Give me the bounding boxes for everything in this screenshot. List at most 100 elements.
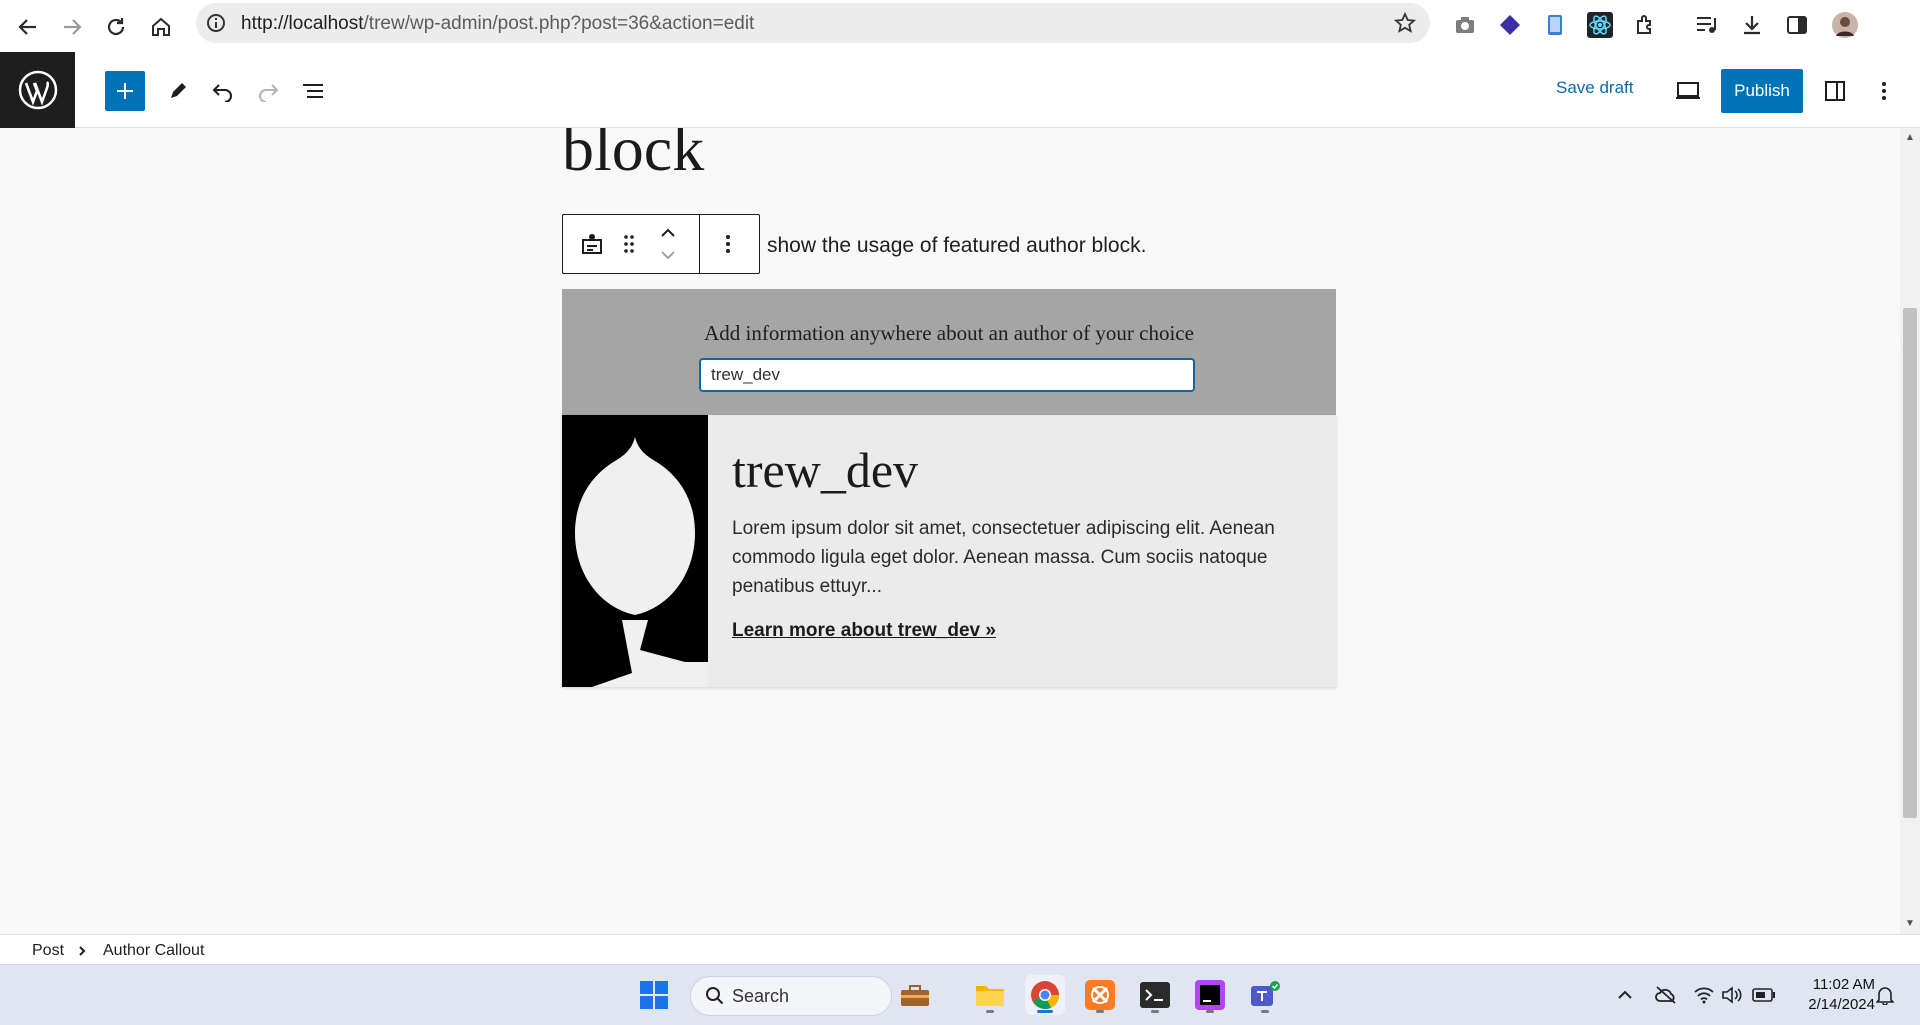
url-text: http://localhost/trew/wp-admin/post.php?… [241, 13, 754, 35]
drag-handle[interactable] [618, 229, 640, 259]
home-icon [152, 17, 170, 36]
battery-tray-icon[interactable] [1752, 983, 1776, 1007]
search-icon [706, 987, 724, 1005]
block-breadcrumb: Post Author Callout [0, 934, 1920, 965]
post-title[interactable]: block [562, 128, 704, 186]
battery-icon [1752, 988, 1775, 1002]
phpstorm-icon [1195, 980, 1225, 1010]
windows-taskbar: Search 11:02 AM 2/14/2024 [0, 964, 1920, 1025]
scroll-down-arrow[interactable]: ▼ [1904, 918, 1916, 930]
show-hidden-icons-button[interactable] [1613, 983, 1637, 1007]
diamond-extension-icon[interactable] [1495, 10, 1525, 40]
start-button[interactable] [634, 975, 674, 1015]
chevron-up-icon [1618, 990, 1632, 999]
address-bar[interactable]: http://localhost/trew/wp-admin/post.php?… [196, 3, 1430, 43]
cloud-offline-icon [1655, 986, 1676, 1004]
author-callout-block[interactable]: Add information anywhere about an author… [562, 289, 1336, 415]
default-avatar-icon [562, 415, 708, 687]
options-menu-button[interactable] [1864, 71, 1904, 111]
wordpress-logo-icon [18, 70, 57, 110]
bookmark-star-icon[interactable] [1394, 12, 1416, 34]
bell-icon [1876, 987, 1894, 1005]
download-icon[interactable] [1737, 10, 1767, 40]
arrow-right-icon [64, 19, 82, 35]
profile-avatar[interactable] [1830, 10, 1860, 40]
side-panel-icon[interactable] [1782, 10, 1812, 40]
scrollbar-thumb[interactable] [1903, 308, 1917, 818]
move-up-button[interactable] [653, 223, 683, 243]
reload-button[interactable] [96, 7, 136, 47]
extensions-puzzle-icon[interactable] [1631, 10, 1661, 40]
author-avatar [562, 415, 708, 687]
pencil-icon [171, 83, 186, 98]
settings-sidebar-button[interactable] [1815, 71, 1855, 111]
save-draft-button[interactable]: Save draft [1556, 78, 1634, 98]
xampp-icon [1085, 980, 1115, 1010]
notifications-button[interactable] [1873, 983, 1897, 1007]
paragraph-block[interactable]: show the usage of featured author block. [767, 234, 1146, 258]
reload-icon [107, 18, 125, 36]
breadcrumb-post[interactable]: Post [32, 942, 64, 960]
taskbar-clock[interactable]: 11:02 AM 2/14/2024 [1795, 975, 1875, 1015]
author-bio: Lorem ipsum dolor sit amet, consectetuer… [732, 518, 1275, 597]
tools-button[interactable] [158, 71, 198, 111]
chevron-up-icon [661, 228, 675, 237]
taskbar-xampp[interactable] [1080, 975, 1120, 1015]
taskbar-teams[interactable] [1245, 975, 1285, 1015]
url-path: /trew/wp-admin/post.php?post=36&action=e… [363, 13, 755, 34]
taskbar-terminal[interactable] [1135, 975, 1175, 1015]
teams-icon [1251, 981, 1280, 1006]
move-down-button[interactable] [653, 245, 683, 265]
block-options-button[interactable] [713, 229, 743, 259]
wordpress-logo-button[interactable] [0, 52, 75, 128]
home-button[interactable] [141, 7, 181, 47]
forward-button[interactable] [52, 7, 92, 47]
breadcrumb-author-callout[interactable]: Author Callout [103, 942, 204, 960]
site-info-icon[interactable] [206, 13, 226, 33]
canvas-scrollbar[interactable]: ▲ ▼ [1900, 128, 1920, 934]
author-block-icon [582, 234, 602, 254]
plus-icon [117, 83, 133, 99]
taskbar-phpstorm[interactable] [1190, 975, 1230, 1015]
preview-button[interactable] [1668, 71, 1708, 111]
url-host: http://localhost [241, 13, 364, 34]
author-name: trew_dev [732, 442, 919, 498]
phone-extension-icon[interactable] [1540, 10, 1570, 40]
document-overview-button[interactable] [293, 71, 333, 111]
briefcase-icon [901, 985, 929, 1006]
onedrive-tray-icon[interactable] [1654, 983, 1678, 1007]
browser-toolbar: http://localhost/trew/wp-admin/post.php?… [0, 0, 1920, 53]
volume-tray-icon[interactable] [1720, 983, 1744, 1007]
back-button[interactable] [8, 7, 48, 47]
windows-logo-icon [640, 981, 668, 1009]
react-devtools-icon[interactable] [1585, 10, 1615, 40]
author-search-input[interactable] [699, 358, 1195, 392]
list-view-icon [303, 84, 323, 98]
clock-time: 11:02 AM [1812, 976, 1875, 993]
chevron-right-icon [79, 946, 86, 956]
block-inserter-button[interactable] [105, 71, 145, 111]
taskbar-search[interactable]: Search [690, 976, 929, 1016]
redo-icon [259, 84, 279, 102]
author-learn-more-link[interactable]: Learn more about trew_dev » [732, 620, 996, 642]
media-controls-icon[interactable] [1692, 10, 1722, 40]
folder-icon [976, 986, 1004, 1006]
undo-button[interactable] [203, 71, 243, 111]
taskbar-file-explorer[interactable] [970, 975, 1010, 1015]
featured-author-card: trew_dev Lorem ipsum dolor sit amet, con… [562, 415, 1336, 687]
redo-button[interactable] [248, 71, 288, 111]
taskbar-search-label: Search [732, 986, 790, 1006]
sidebar-toggle-icon [1825, 81, 1845, 101]
vertical-ellipsis-icon [1882, 82, 1886, 100]
scroll-up-arrow[interactable]: ▲ [1904, 132, 1916, 144]
block-type-button[interactable] [577, 229, 607, 259]
arrow-left-icon [18, 19, 36, 35]
taskbar-chrome[interactable] [1025, 975, 1065, 1015]
wifi-icon [1694, 987, 1714, 1004]
camera-extension-icon[interactable] [1450, 10, 1480, 40]
speaker-icon [1722, 986, 1742, 1004]
clock-date: 2/14/2024 [1808, 996, 1875, 1013]
publish-button[interactable]: Publish [1721, 69, 1803, 113]
editor-header: Save draft Publish [0, 52, 1920, 128]
wifi-tray-icon[interactable] [1692, 983, 1716, 1007]
